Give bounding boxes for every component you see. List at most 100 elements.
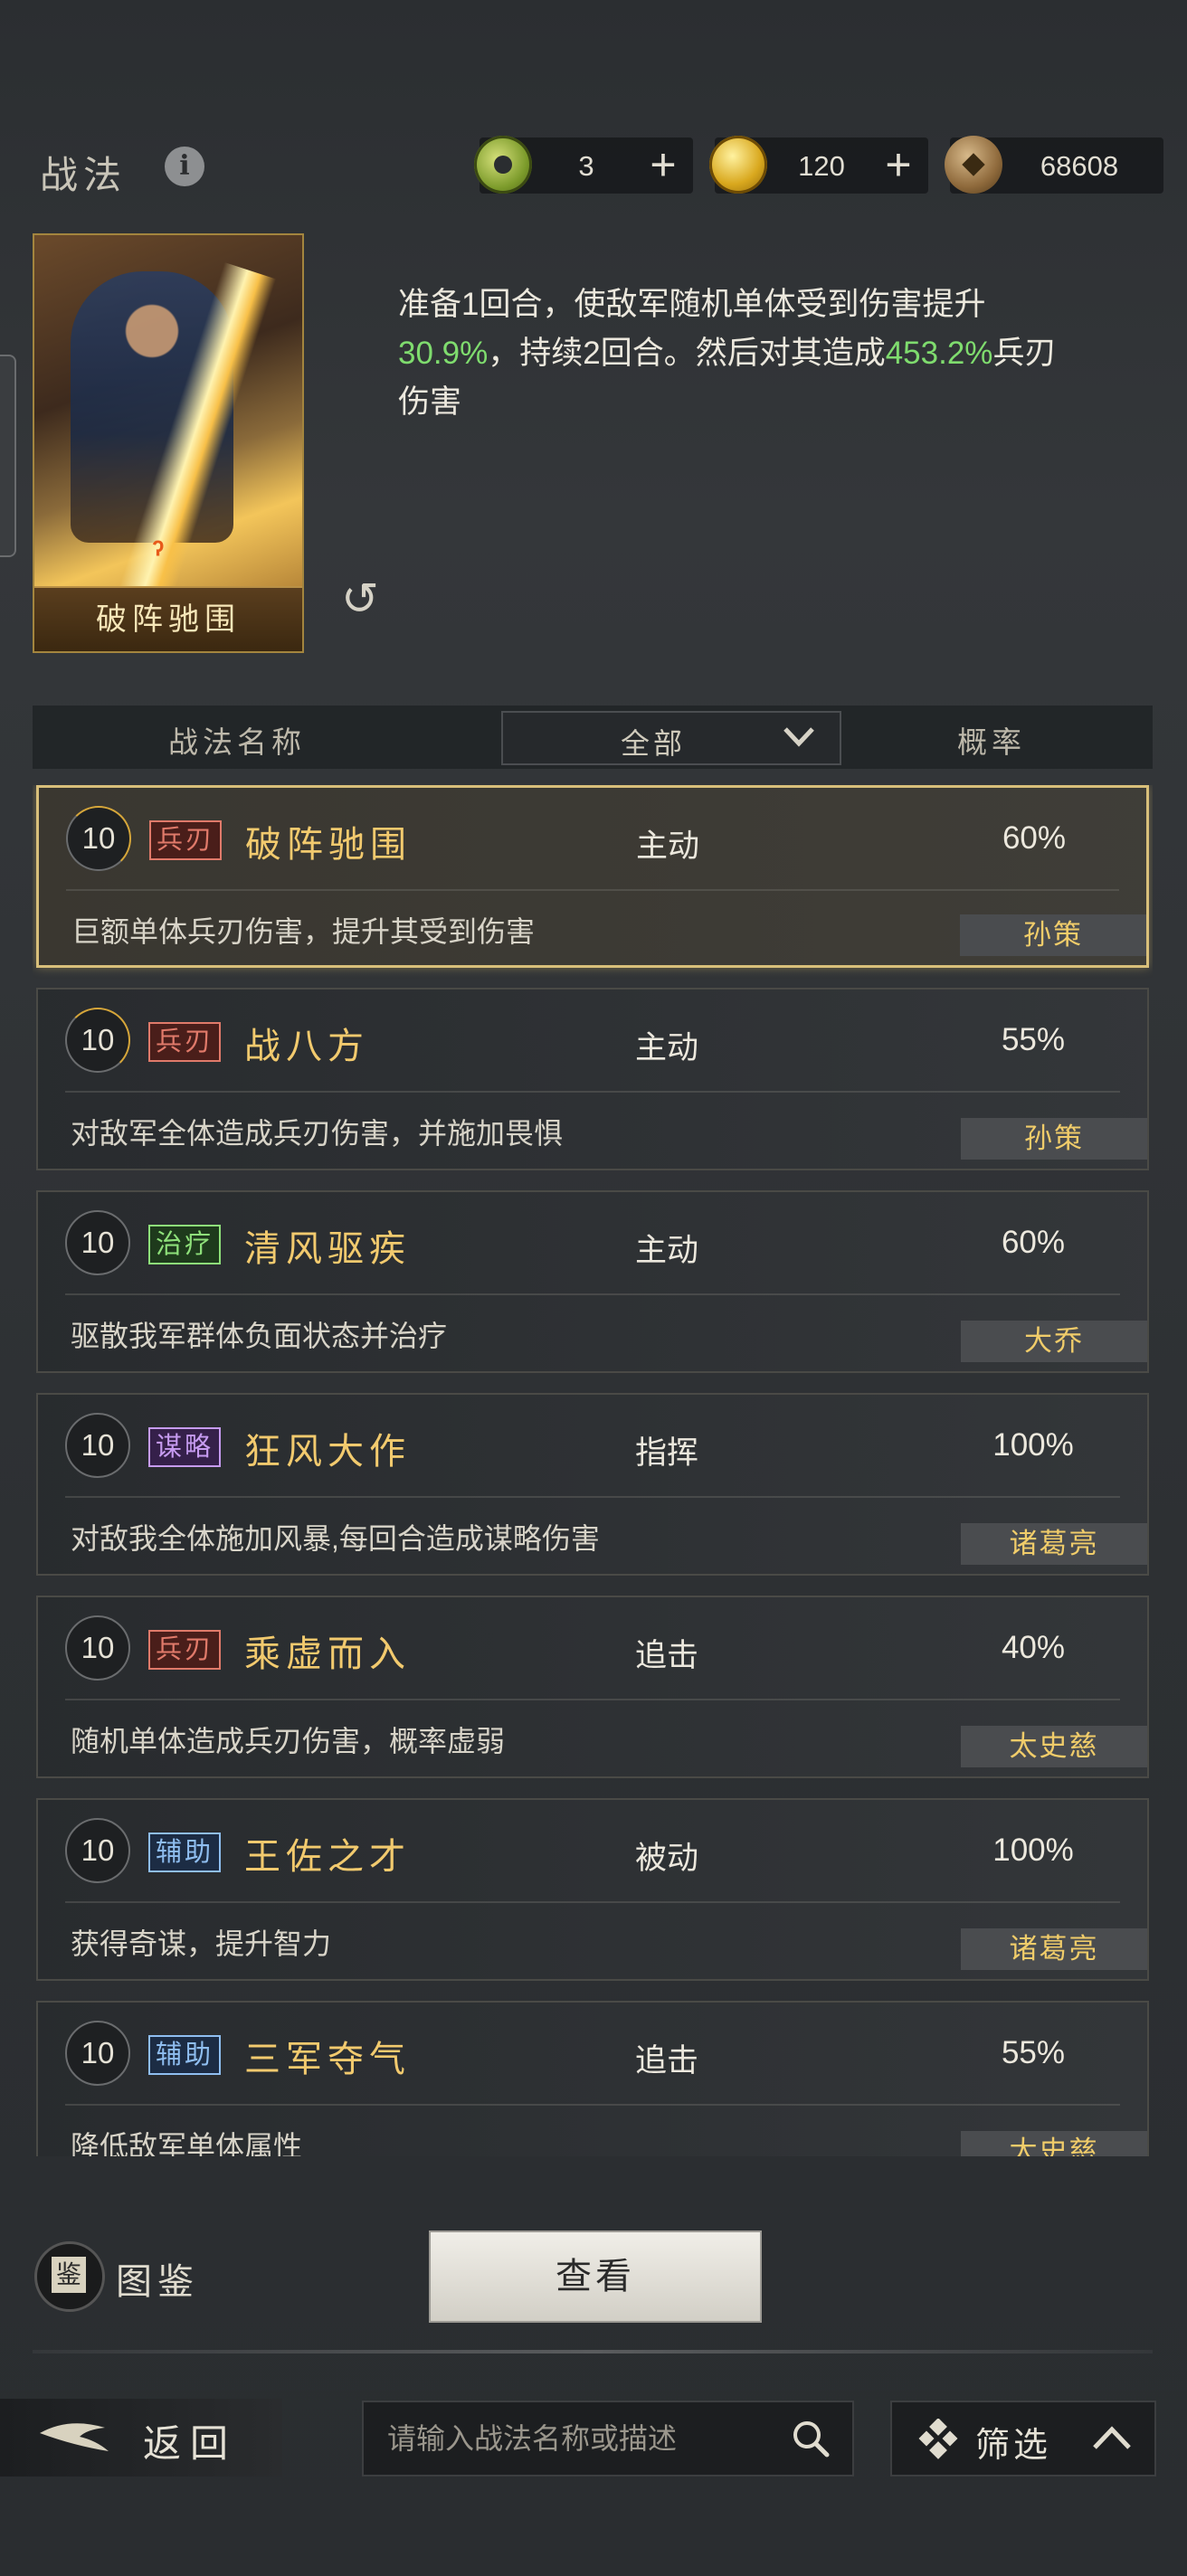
skill-type: 主动 xyxy=(635,1030,699,1065)
table-header: 战法名称 全部 概率 xyxy=(33,706,1153,769)
filter-value: 全部 xyxy=(621,727,687,760)
skill-name: 破阵驰围 xyxy=(245,824,412,866)
currency-gold: 120 + xyxy=(709,136,928,194)
skill-row[interactable]: 10 辅助 王佐之才 被动 100% 获得奇谋，提升智力 诸葛亮 xyxy=(36,1798,1149,1981)
skill-type: 追击 xyxy=(635,1638,699,1673)
gold-coin-icon xyxy=(709,136,767,194)
skill-row[interactable]: 10 兵刃 战八方 主动 55% 对敌军全体造成兵刃伤害，并施加畏惧 孙策 xyxy=(36,988,1149,1170)
description-text: 准备1回合，使敌军随机单体受到伤害提升 xyxy=(398,287,986,322)
general-name: 诸葛亮 xyxy=(961,1928,1147,1970)
skill-type: 指挥 xyxy=(635,1435,699,1471)
skill-type: 追击 xyxy=(635,2043,699,2079)
row-separator xyxy=(65,1901,1120,1903)
skill-name: 清风驱疾 xyxy=(244,1228,411,1270)
skill-level: 10 xyxy=(65,1413,130,1478)
skill-level: 10 xyxy=(66,806,131,871)
skill-row[interactable]: 10 治疗 清风驱疾 主动 60% 驱散我军群体负面状态并治疗 大乔 xyxy=(36,1190,1149,1373)
general-name: 大乔 xyxy=(961,1321,1147,1362)
skill-rate: 55% xyxy=(1001,2035,1066,2070)
jade-coin-icon xyxy=(474,136,532,194)
skill-rate: 40% xyxy=(1001,1630,1066,1665)
skill-type: 主动 xyxy=(635,1233,699,1268)
reset-icon[interactable]: ↺ xyxy=(335,573,385,624)
chevron-up-icon xyxy=(1093,2426,1131,2449)
filter-label: 筛选 xyxy=(975,2427,1052,2465)
skill-type: 被动 xyxy=(635,1841,699,1876)
description-text: ，持续2回合。然后对其造成 xyxy=(488,336,886,371)
currency-value: 120 xyxy=(798,150,845,182)
skill-name: 三军夺气 xyxy=(244,2039,411,2080)
row-separator xyxy=(65,1293,1120,1295)
skill-rate: 60% xyxy=(1002,820,1067,856)
type-filter-dropdown[interactable]: 全部 xyxy=(501,711,841,765)
skill-summary: 对敌我全体施加风暴,每回合造成谋略伤害 xyxy=(71,1522,600,1555)
skill-tag: 辅助 xyxy=(148,2035,222,2075)
skill-tag: 兵刃 xyxy=(148,1630,222,1670)
filter-button[interactable]: 筛选 xyxy=(890,2401,1156,2477)
skill-tag: 治疗 xyxy=(148,1225,222,1264)
currency-value: 68608 xyxy=(1040,150,1119,182)
general-name: 孙策 xyxy=(960,914,1146,956)
top-bar: 战法 i 3 + 120 + 68608 xyxy=(0,118,1187,217)
skill-name: 狂风大作 xyxy=(244,1431,411,1473)
general-name: 孙策 xyxy=(961,1118,1147,1160)
back-arrow-icon xyxy=(40,2423,109,2451)
skill-row[interactable]: 10 辅助 三军夺气 追击 55% 降低敌军单体属性 太史慈 xyxy=(36,2001,1149,2156)
add-gold-button[interactable]: + xyxy=(876,141,921,190)
side-tab-handle[interactable] xyxy=(0,355,16,557)
atlas-icon[interactable] xyxy=(34,2241,105,2312)
currency-value: 3 xyxy=(578,150,594,182)
search-input[interactable] xyxy=(385,2415,751,2462)
back-label: 返回 xyxy=(143,2421,238,2466)
skill-level: 10 xyxy=(65,1818,130,1883)
currency-copper: 68608 xyxy=(945,136,1163,194)
view-button[interactable]: 查看 xyxy=(429,2230,762,2323)
row-separator xyxy=(65,1496,1120,1498)
row-separator xyxy=(65,2104,1120,2106)
atlas-label[interactable]: 图鉴 xyxy=(116,2252,199,2305)
skill-row[interactable]: 10 谋略 狂风大作 指挥 100% 对敌我全体施加风暴,每回合造成谋略伤害 诸葛亮 xyxy=(36,1393,1149,1576)
skill-row[interactable]: 10 兵刃 破阵驰围 主动 60% 巨额单体兵刃伤害，提升其受到伤害 孙策 xyxy=(36,785,1149,968)
skill-type: 主动 xyxy=(636,829,700,864)
general-name: 太史慈 xyxy=(961,2131,1147,2156)
skill-card: ˀ 破阵驰围 xyxy=(33,233,304,653)
back-button[interactable]: 返回 xyxy=(0,2399,282,2477)
skill-summary: 对敌军全体造成兵刃伤害，并施加畏惧 xyxy=(71,1117,564,1150)
general-name: 诸葛亮 xyxy=(961,1523,1147,1565)
search-bar xyxy=(362,2401,854,2477)
divider xyxy=(33,2350,1153,2353)
skill-summary: 获得奇谋，提升智力 xyxy=(71,1927,332,1960)
page-title: 战法 xyxy=(40,153,128,197)
skill-row[interactable]: 10 兵刃 乘虚而入 追击 40% 随机单体造成兵刃伤害，概率虚弱 太史慈 xyxy=(36,1596,1149,1778)
skill-summary: 随机单体造成兵刃伤害，概率虚弱 xyxy=(71,1725,506,1757)
skill-summary: 降低敌军单体属性 xyxy=(71,2130,303,2156)
column-rate: 概率 xyxy=(957,725,1026,759)
general-name: 太史慈 xyxy=(961,1726,1147,1767)
card-name: 破阵驰围 xyxy=(34,586,302,651)
skill-list[interactable]: 10 兵刃 破阵驰围 主动 60% 巨额单体兵刃伤害，提升其受到伤害 孙策 10 兵刃 战八方 主动… xyxy=(33,785,1153,2156)
copper-coin-icon xyxy=(945,136,1002,194)
skill-level: 10 xyxy=(65,2021,130,2086)
quality-mark-icon: ˀ xyxy=(152,534,165,571)
currency-jade: 3 + xyxy=(474,136,693,194)
skill-summary: 驱散我军群体负面状态并治疗 xyxy=(71,1320,448,1352)
skill-description: 准备1回合，使敌军随机单体受到伤害提升 30.9%，持续2回合。然后对其造成453… xyxy=(398,280,1068,427)
highlight-value: 453.2% xyxy=(885,336,993,371)
skill-level: 10 xyxy=(65,1615,130,1681)
add-jade-button[interactable]: + xyxy=(641,141,686,190)
skill-level: 10 xyxy=(65,1210,130,1275)
row-separator xyxy=(65,1699,1120,1700)
skill-rate: 100% xyxy=(992,1427,1074,1463)
chevron-down-icon xyxy=(783,727,814,747)
skill-tag: 兵刃 xyxy=(148,1022,222,1062)
skill-tag: 谋略 xyxy=(148,1427,222,1467)
highlight-value: 30.9% xyxy=(398,336,489,371)
skill-name: 王佐之才 xyxy=(244,1836,411,1878)
skill-name: 战八方 xyxy=(244,1026,369,1067)
info-icon[interactable]: i xyxy=(165,147,204,186)
skill-tag: 辅助 xyxy=(148,1833,222,1872)
filter-icon xyxy=(918,2419,958,2459)
skill-level: 10 xyxy=(65,1008,130,1073)
search-icon[interactable] xyxy=(789,2417,832,2460)
skill-tag: 兵刃 xyxy=(149,820,223,860)
